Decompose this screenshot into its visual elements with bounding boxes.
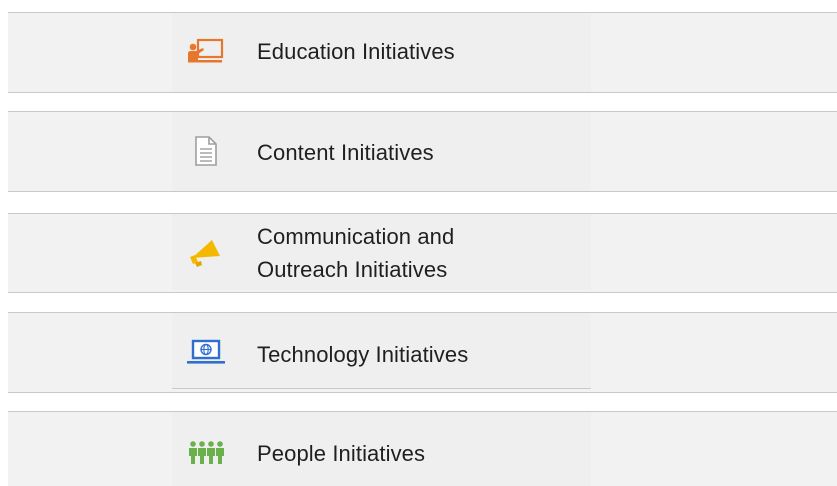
laptop-globe-icon: [186, 337, 226, 367]
initiatives-menu: Education Initiatives Content Initiative…: [0, 0, 837, 486]
megaphone-icon: [186, 237, 226, 267]
menu-item-technology[interactable]: Technology Initiatives: [172, 313, 591, 389]
menu-item-content[interactable]: Content Initiatives: [172, 112, 591, 191]
menu-item-label: Content Initiatives: [257, 140, 434, 165]
document-icon: [186, 136, 226, 166]
menu-item-people[interactable]: People Initiatives: [172, 412, 591, 486]
menu-item-label-line-2: Outreach Initiatives: [257, 257, 448, 282]
menu-item-label-line-1: Communication and: [257, 224, 455, 249]
menu-item-label: People Initiatives: [257, 441, 426, 466]
people-group-icon: [186, 438, 226, 468]
menu-item-education[interactable]: Education Initiatives: [172, 13, 591, 92]
menu-item-communication-outreach[interactable]: Communication and Outreach Initiatives: [172, 214, 591, 290]
menu-item-label: Education Initiatives: [257, 39, 455, 64]
menu-item-label: Technology Initiatives: [257, 342, 469, 367]
teacher-board-icon: [186, 36, 226, 66]
